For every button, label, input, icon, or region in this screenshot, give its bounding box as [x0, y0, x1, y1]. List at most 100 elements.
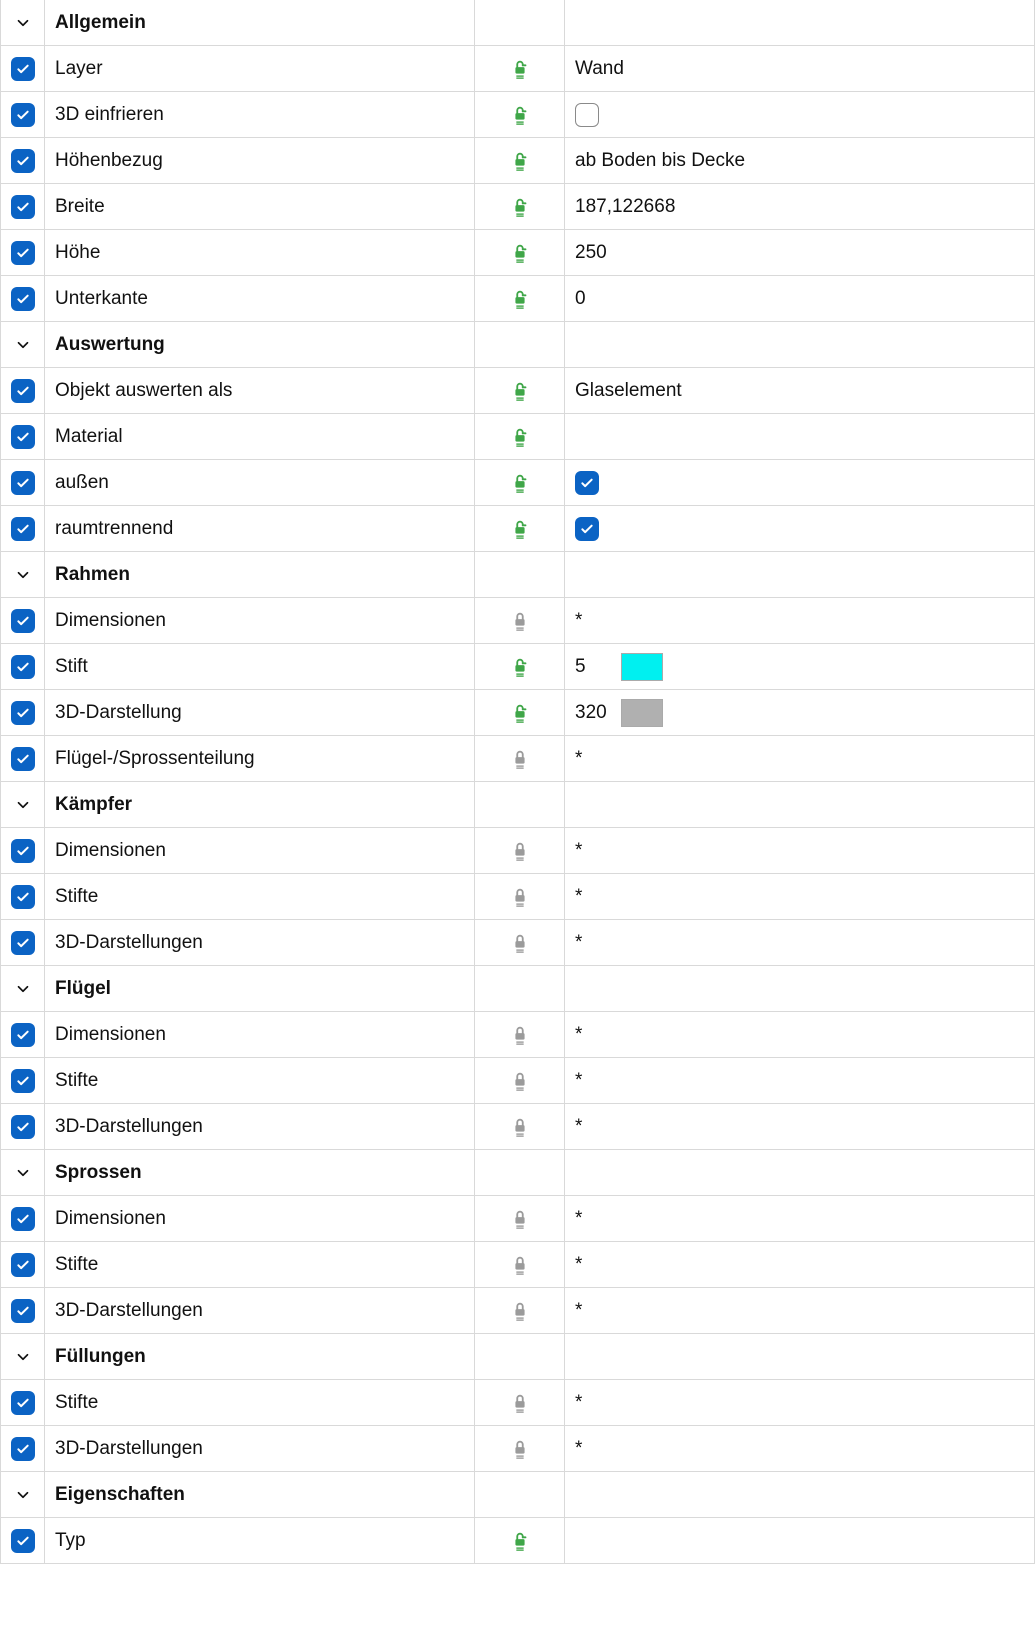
checkbox-checked[interactable] — [575, 517, 599, 541]
property-value[interactable]: * — [565, 920, 1035, 966]
row-enable-checkbox[interactable] — [0, 506, 45, 552]
expand-toggle[interactable] — [0, 1150, 45, 1196]
property-value[interactable]: * — [565, 874, 1035, 920]
lock-open-icon — [509, 656, 531, 678]
property-value[interactable]: * — [565, 1426, 1035, 1472]
lock-toggle[interactable] — [475, 644, 565, 690]
property-value[interactable]: * — [565, 1058, 1035, 1104]
property-value[interactable]: * — [565, 1104, 1035, 1150]
expand-toggle[interactable] — [0, 966, 45, 1012]
property-value[interactable]: 187,122668 — [565, 184, 1035, 230]
lock-toggle[interactable] — [475, 184, 565, 230]
expand-toggle[interactable] — [0, 782, 45, 828]
row-enable-checkbox[interactable] — [0, 184, 45, 230]
lock-toggle[interactable] — [475, 1196, 565, 1242]
row-enable-checkbox[interactable] — [0, 46, 45, 92]
chevron-down-icon — [12, 564, 34, 586]
property-value[interactable]: 250 — [565, 230, 1035, 276]
property-value[interactable]: 5 — [565, 644, 1035, 690]
property-value[interactable] — [565, 460, 1035, 506]
expand-toggle[interactable] — [0, 1472, 45, 1518]
row-enable-checkbox[interactable] — [0, 1426, 45, 1472]
check-icon — [11, 57, 35, 81]
lock-toggle[interactable] — [475, 920, 565, 966]
checkbox-checked[interactable] — [575, 471, 599, 495]
lock-toggle[interactable] — [475, 1380, 565, 1426]
property-value[interactable]: Wand — [565, 46, 1035, 92]
property-value[interactable]: Glaselement — [565, 368, 1035, 414]
lock-toggle[interactable] — [475, 92, 565, 138]
row-enable-checkbox[interactable] — [0, 1104, 45, 1150]
check-icon — [11, 241, 35, 265]
property-value[interactable] — [565, 506, 1035, 552]
property-value[interactable]: ab Boden bis Decke — [565, 138, 1035, 184]
property-value[interactable] — [565, 1518, 1035, 1564]
lock-toggle[interactable] — [475, 1518, 565, 1564]
row-enable-checkbox[interactable] — [0, 1380, 45, 1426]
property-value[interactable] — [565, 92, 1035, 138]
row-enable-checkbox[interactable] — [0, 1288, 45, 1334]
lock-toggle[interactable] — [475, 828, 565, 874]
row-enable-checkbox[interactable] — [0, 598, 45, 644]
lock-toggle[interactable] — [475, 1058, 565, 1104]
row-enable-checkbox[interactable] — [0, 1012, 45, 1058]
row-enable-checkbox[interactable] — [0, 1196, 45, 1242]
lock-toggle[interactable] — [475, 368, 565, 414]
lock-toggle[interactable] — [475, 1288, 565, 1334]
property-label: Material — [45, 414, 475, 460]
color-swatch[interactable] — [621, 699, 663, 727]
row-enable-checkbox[interactable] — [0, 920, 45, 966]
lock-toggle[interactable] — [475, 598, 565, 644]
row-enable-checkbox[interactable] — [0, 874, 45, 920]
row-enable-checkbox[interactable] — [0, 230, 45, 276]
row-enable-checkbox[interactable] — [0, 276, 45, 322]
expand-toggle[interactable] — [0, 552, 45, 598]
chevron-down-icon — [12, 794, 34, 816]
property-value[interactable]: 0 — [565, 276, 1035, 322]
lock-toggle[interactable] — [475, 138, 565, 184]
row-enable-checkbox[interactable] — [0, 368, 45, 414]
lock-toggle[interactable] — [475, 276, 565, 322]
row-enable-checkbox[interactable] — [0, 138, 45, 184]
lock-toggle[interactable] — [475, 46, 565, 92]
lock-toggle[interactable] — [475, 460, 565, 506]
property-value[interactable]: * — [565, 736, 1035, 782]
row-enable-checkbox[interactable] — [0, 690, 45, 736]
lock-toggle[interactable] — [475, 1104, 565, 1150]
expand-toggle[interactable] — [0, 1334, 45, 1380]
row-enable-checkbox[interactable] — [0, 1518, 45, 1564]
property-value[interactable]: * — [565, 1242, 1035, 1288]
row-enable-checkbox[interactable] — [0, 414, 45, 460]
checkbox-unchecked[interactable] — [575, 103, 599, 127]
property-value[interactable]: 320 — [565, 690, 1035, 736]
row-enable-checkbox[interactable] — [0, 644, 45, 690]
row-enable-checkbox[interactable] — [0, 828, 45, 874]
lock-toggle[interactable] — [475, 1426, 565, 1472]
property-value[interactable]: * — [565, 1196, 1035, 1242]
lock-toggle[interactable] — [475, 414, 565, 460]
row-enable-checkbox[interactable] — [0, 1242, 45, 1288]
lock-toggle[interactable] — [475, 1242, 565, 1288]
property-value[interactable]: * — [565, 1380, 1035, 1426]
row-enable-checkbox[interactable] — [0, 92, 45, 138]
value-text: 0 — [575, 288, 586, 310]
lock-toggle[interactable] — [475, 874, 565, 920]
property-value[interactable]: * — [565, 828, 1035, 874]
row-enable-checkbox[interactable] — [0, 1058, 45, 1104]
property-label: raumtrennend — [45, 506, 475, 552]
color-swatch[interactable] — [621, 653, 663, 681]
row-enable-checkbox[interactable] — [0, 460, 45, 506]
lock-toggle[interactable] — [475, 736, 565, 782]
property-value[interactable]: * — [565, 1288, 1035, 1334]
check-icon — [11, 379, 35, 403]
expand-toggle[interactable] — [0, 322, 45, 368]
row-enable-checkbox[interactable] — [0, 736, 45, 782]
lock-toggle[interactable] — [475, 690, 565, 736]
expand-toggle[interactable] — [0, 0, 45, 46]
property-value[interactable]: * — [565, 1012, 1035, 1058]
lock-toggle[interactable] — [475, 230, 565, 276]
property-value[interactable]: * — [565, 598, 1035, 644]
property-value[interactable] — [565, 414, 1035, 460]
lock-toggle[interactable] — [475, 1012, 565, 1058]
lock-toggle[interactable] — [475, 506, 565, 552]
